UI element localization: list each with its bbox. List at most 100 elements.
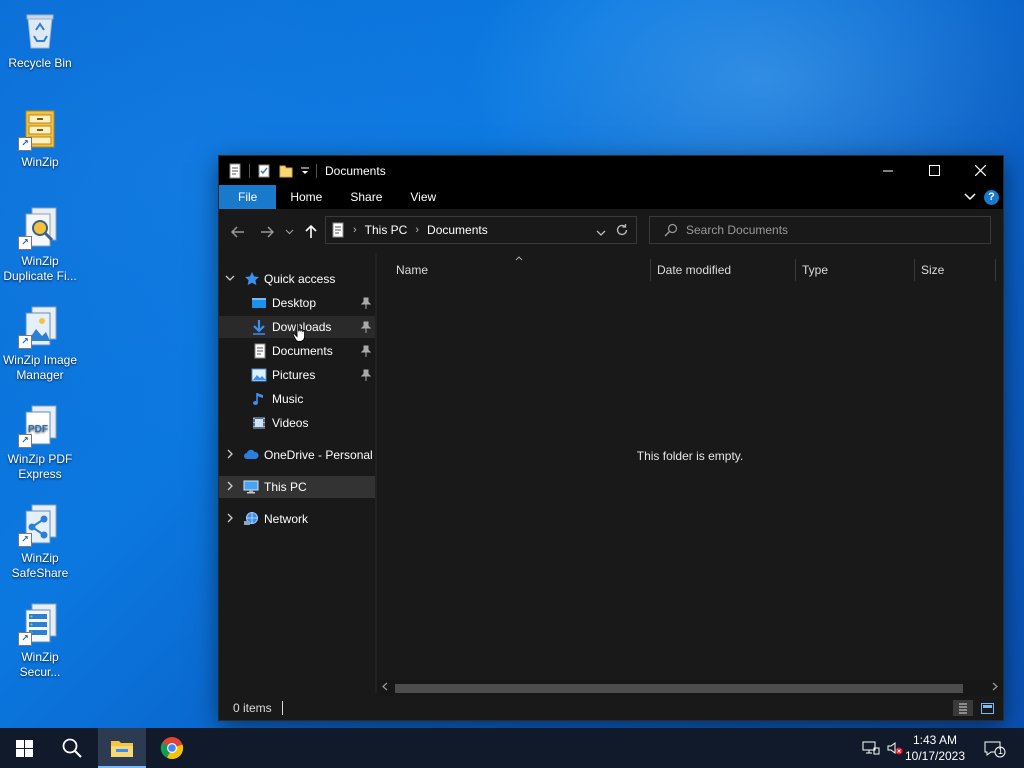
horizontal-scrollbar[interactable] (377, 680, 1003, 696)
forward-button[interactable] (257, 222, 277, 242)
quick-access-toolbar (219, 163, 323, 179)
nav-desktop[interactable]: Desktop (219, 292, 375, 314)
shortcut-arrow-icon: ↗ (18, 533, 32, 547)
desktop-icon-winzip-duplicate-finder[interactable]: ↗ WinZip Duplicate Fi... (2, 206, 78, 284)
collapsed-chevron-icon[interactable] (225, 449, 235, 462)
start-button[interactable] (0, 728, 48, 768)
windows-logo-icon (15, 739, 33, 757)
recent-locations-chevron-icon[interactable] (282, 222, 296, 242)
winzip-safeshare-icon: ↗ (18, 503, 62, 547)
shortcut-arrow-icon: ↗ (18, 236, 32, 250)
tab-home[interactable]: Home (276, 185, 336, 209)
desktop-icon-label: WinZip Duplicate Fi... (3, 254, 77, 283)
chrome-taskbar-button[interactable] (148, 728, 196, 768)
status-bar: 0 items (219, 696, 1003, 720)
taskbar: 1:43 AM 10/17/2023 1 (0, 728, 1024, 768)
desktop-icon-recycle-bin[interactable]: Recycle Bin (2, 8, 78, 71)
nav-label: Pictures (272, 368, 316, 382)
tab-file[interactable]: File (219, 185, 277, 209)
taskbar-search-icon (62, 738, 82, 758)
expanded-chevron-icon[interactable] (225, 273, 235, 285)
minimize-button[interactable] (865, 156, 911, 185)
tab-view[interactable]: View (396, 185, 450, 209)
tab-share[interactable]: Share (336, 185, 396, 209)
address-history-dropdown-icon[interactable] (596, 226, 606, 240)
large-icons-view-button[interactable] (977, 700, 997, 716)
winzip-pdf-express-icon: PDF ↗ (18, 404, 62, 448)
search-button[interactable] (48, 728, 96, 768)
recycle-bin-icon (18, 8, 62, 52)
up-button[interactable] (301, 222, 321, 242)
desktop-icon-label: WinZip PDF Express (7, 452, 73, 481)
back-button[interactable] (228, 222, 248, 242)
scroll-left-arrow-icon[interactable] (377, 680, 393, 696)
window-title: Documents (325, 163, 386, 178)
nav-this-pc[interactable]: This PC (219, 476, 375, 498)
pin-icon[interactable] (360, 345, 372, 357)
winzip-duplicate-finder-icon: ↗ (18, 206, 62, 250)
nav-pictures[interactable]: Pictures (219, 364, 375, 386)
new-document-icon[interactable] (256, 163, 272, 179)
winzip-icon: ↗ (18, 107, 62, 151)
address-bar[interactable]: › This PC › Documents (325, 216, 637, 244)
pin-icon[interactable] (360, 297, 372, 309)
column-name[interactable]: Name (390, 259, 650, 281)
empty-folder-message: This folder is empty. (636, 449, 744, 463)
desktop-icon-winzip-secure-backup[interactable]: ↗ WinZip Secur... (2, 602, 78, 680)
column-date-modified[interactable]: Date modified (651, 259, 795, 281)
new-folder-icon[interactable] (278, 163, 294, 179)
desktop-icon-winzip-pdf-express[interactable]: PDF ↗ WinZip PDF Express (2, 404, 78, 482)
breadcrumb-documents[interactable]: Documents (427, 223, 488, 237)
winzip-secure-backup-icon: ↗ (18, 602, 62, 646)
desktop-icon-winzip[interactable]: ↗ WinZip (2, 107, 78, 170)
breadcrumb-this-pc[interactable]: This PC (365, 223, 408, 237)
status-divider (281, 701, 283, 715)
column-divider[interactable] (995, 259, 996, 281)
expand-ribbon-chevron-icon[interactable] (964, 190, 976, 204)
nav-quick-access[interactable]: Quick access (219, 268, 375, 290)
customize-toolbar-dropdown-icon[interactable] (300, 163, 310, 179)
column-size[interactable]: Size (915, 259, 995, 281)
nav-label: Quick access (264, 272, 336, 286)
file-explorer-window[interactable]: Documents File Home Share View ? › This … (219, 156, 1003, 720)
nav-label: This PC (264, 480, 307, 494)
file-list[interactable]: Name Date modified Type Size This folder… (377, 253, 1003, 677)
nav-videos[interactable]: Videos (219, 412, 375, 434)
pin-icon[interactable] (360, 321, 372, 333)
desktop-icon-winzip-safeshare[interactable]: ↗ WinZip SafeShare (2, 503, 78, 581)
breadcrumb-chevron-icon: › (415, 224, 420, 236)
desktop-icon-label: WinZip SafeShare (11, 551, 69, 580)
file-explorer-taskbar-button[interactable] (98, 728, 146, 768)
title-bar[interactable]: Documents (219, 156, 1003, 185)
computer-monitor-icon (243, 479, 259, 495)
nav-music[interactable]: Music (219, 388, 375, 410)
toolbar-divider (316, 163, 317, 178)
details-view-button[interactable] (953, 700, 973, 716)
nav-label: Desktop (272, 296, 317, 310)
pin-icon[interactable] (360, 369, 372, 381)
nav-onedrive[interactable]: OneDrive - Personal (219, 444, 375, 466)
star-icon (244, 271, 260, 287)
action-center-icon[interactable]: 1 (984, 740, 1006, 758)
shortcut-arrow-icon: ↗ (18, 632, 32, 646)
item-count: 0 items (233, 701, 272, 715)
properties-icon[interactable] (227, 163, 243, 179)
scrollbar-thumb[interactable] (395, 684, 963, 693)
refresh-icon[interactable] (615, 223, 629, 240)
desktop-icon-winzip-image-manager[interactable]: ↗ WinZip Image Manager (2, 305, 78, 383)
close-button[interactable] (957, 156, 1003, 185)
network-tray-icon[interactable] (862, 740, 880, 756)
maximize-button[interactable] (911, 156, 957, 185)
nav-label: Network (264, 512, 309, 526)
pictures-icon (251, 367, 267, 383)
system-clock[interactable]: 1:43 AM 10/17/2023 (900, 732, 970, 764)
collapsed-chevron-icon[interactable] (225, 481, 235, 494)
search-input[interactable]: Search Documents (686, 223, 788, 237)
help-button[interactable]: ? (984, 189, 999, 205)
column-type[interactable]: Type (796, 259, 914, 281)
search-box[interactable]: Search Documents (649, 216, 991, 244)
collapsed-chevron-icon[interactable] (225, 513, 235, 526)
scroll-right-arrow-icon[interactable] (987, 680, 1003, 696)
nav-network[interactable]: Network (219, 508, 375, 530)
network-globe-icon (243, 511, 259, 527)
